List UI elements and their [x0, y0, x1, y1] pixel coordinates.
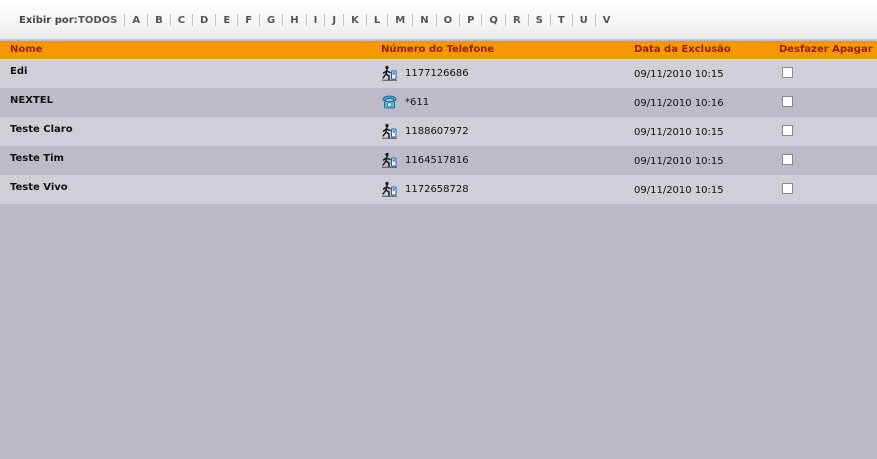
contact-name: Teste Claro [10, 124, 73, 135]
letter-filter-c[interactable]: C [178, 15, 185, 26]
undo-delete-checkbox[interactable] [782, 125, 793, 136]
letter-filter-d[interactable]: D [200, 15, 208, 26]
table-row: Teste Claro 1188607972 09/11/2010 10:15 [0, 117, 877, 146]
table-row: Teste Tim 1164517816 09/11/2010 10:15 [0, 146, 877, 175]
letter-filter-b[interactable]: B [155, 15, 163, 26]
contact-name: Edi [10, 66, 28, 77]
letter-separator [259, 14, 261, 26]
phone-number: 1188607972 [405, 126, 469, 137]
undo-delete-checkbox[interactable] [782, 183, 793, 194]
column-header-phone: Número do Telefone [381, 44, 495, 55]
letter-separator [169, 14, 171, 26]
letter-filter-t[interactable]: T [558, 15, 565, 26]
letter-filter-s[interactable]: S [536, 15, 543, 26]
letter-filter-k[interactable]: K [351, 15, 359, 26]
letter-separator [324, 14, 326, 26]
filter-label: Exibir por: [19, 15, 78, 26]
letter-separator [571, 14, 573, 26]
letter-filter-e[interactable]: E [223, 15, 230, 26]
table-row: Teste Vivo 1172658728 09/11/2010 10:15 [0, 175, 877, 204]
letter-separator [237, 14, 239, 26]
letter-filter-todos[interactable]: TODOS [78, 15, 117, 26]
letter-separator [343, 14, 345, 26]
deletion-date: 09/11/2010 10:15 [634, 156, 724, 167]
letter-separator [215, 14, 217, 26]
letter-separator [305, 14, 307, 26]
column-header-date: Data da Exclusão [634, 44, 731, 55]
letter-filter-h[interactable]: H [290, 15, 298, 26]
letter-separator [412, 14, 414, 26]
mobile-operator-icon [381, 123, 398, 139]
letter-filter-p[interactable]: P [467, 15, 474, 26]
letter-filter-j[interactable]: J [332, 15, 336, 26]
contact-name: Teste Vivo [10, 182, 68, 193]
table-row: Edi 1177126686 09/11/2010 10:15 [0, 59, 877, 88]
letter-filter-n[interactable]: N [420, 15, 428, 26]
letter-filter-v[interactable]: V [603, 15, 611, 26]
letter-separator [594, 14, 596, 26]
letter-filter-o[interactable]: O [444, 15, 453, 26]
letter-separator [459, 14, 461, 26]
column-header-name: Nome [10, 44, 43, 55]
phone-number: *611 [405, 97, 430, 108]
letter-filter-f[interactable]: F [245, 15, 252, 26]
phone-icon [381, 94, 398, 110]
undo-delete-checkbox[interactable] [782, 96, 793, 107]
undo-delete-checkbox[interactable] [782, 154, 793, 165]
deletion-date: 09/11/2010 10:15 [634, 185, 724, 196]
table-row: NEXTEL *611 09/11/2010 10:16 [0, 88, 877, 117]
column-header-undo-delete: Desfazer Apagar [779, 44, 873, 55]
letter-separator [192, 14, 194, 26]
letter-filter-g[interactable]: G [267, 15, 275, 26]
mobile-operator-icon [381, 65, 398, 81]
mobile-operator-icon [381, 181, 398, 197]
letter-filter-q[interactable]: Q [489, 15, 498, 26]
letter-separator [365, 14, 367, 26]
letter-separator [282, 14, 284, 26]
letter-separator [124, 14, 126, 26]
phone-number: 1164517816 [405, 155, 469, 166]
letter-separator [387, 14, 389, 26]
phone-number: 1177126686 [405, 68, 469, 79]
contact-name: Teste Tim [10, 153, 64, 164]
deletion-date: 09/11/2010 10:15 [634, 127, 724, 138]
undo-delete-checkbox[interactable] [782, 67, 793, 78]
phone-number: 1172658728 [405, 184, 469, 195]
letter-separator [147, 14, 149, 26]
table-header: Nome Número do Telefone Data da Exclusão… [0, 41, 877, 59]
letter-filter-l[interactable]: L [374, 15, 380, 26]
letter-filter-r[interactable]: R [513, 15, 521, 26]
deletion-date: 09/11/2010 10:16 [634, 98, 724, 109]
letter-filter-a[interactable]: A [132, 15, 140, 26]
letter-separator [481, 14, 483, 26]
letter-filter-list: TODOS A B C D E F G H I J K L M N O P Q R S T U V [78, 14, 611, 26]
letter-separator [435, 14, 437, 26]
mobile-operator-icon [381, 152, 398, 168]
letter-filter-u[interactable]: U [580, 15, 588, 26]
letter-separator [527, 14, 529, 26]
contact-name: NEXTEL [10, 95, 53, 106]
letter-filter-i[interactable]: I [314, 15, 318, 26]
deletion-date: 09/11/2010 10:15 [634, 69, 724, 80]
letter-filter-m[interactable]: M [395, 15, 405, 26]
letter-separator [504, 14, 506, 26]
filter-bar: Exibir por: TODOS A B C D E F G H I J K L M N O P Q R S T U V [0, 0, 877, 40]
letter-separator [549, 14, 551, 26]
